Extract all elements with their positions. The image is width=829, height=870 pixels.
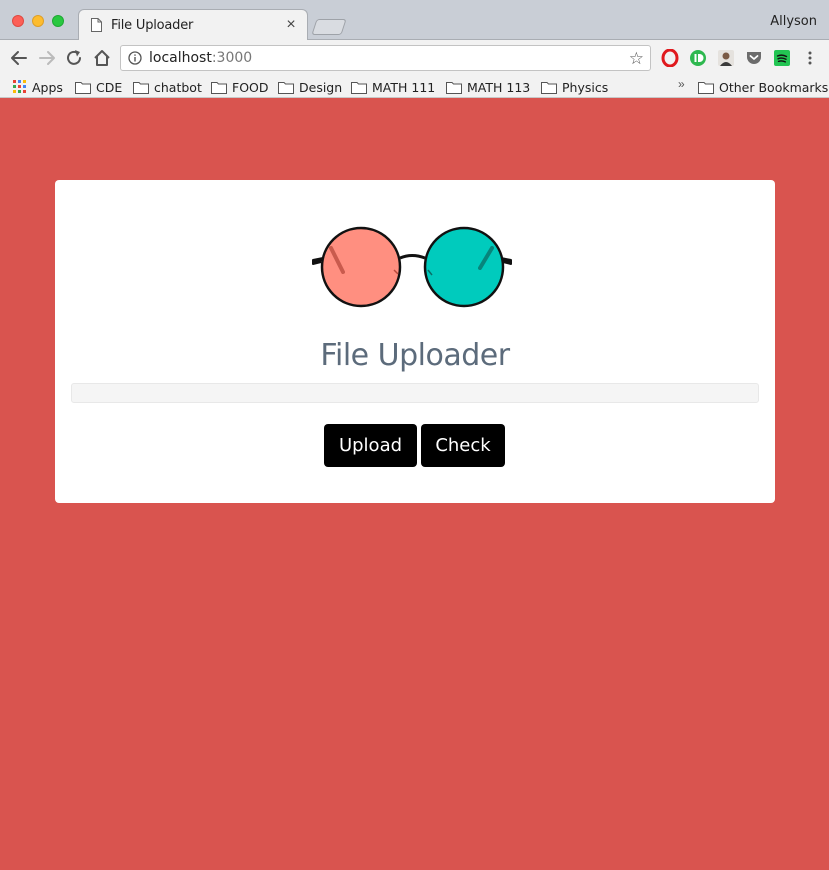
- spotify-extension-icon[interactable]: [773, 49, 791, 67]
- pocket-extension-icon[interactable]: [745, 49, 763, 67]
- folder-icon: [698, 81, 714, 94]
- close-tab-icon[interactable]: ×: [283, 16, 299, 34]
- uploader-card: File Uploader Upload Check: [55, 180, 775, 503]
- folder-icon: [133, 81, 149, 94]
- bookmark-label: FOOD: [232, 79, 269, 95]
- bookmark-folder-math-111[interactable]: MATH 111: [351, 78, 435, 96]
- opera-extension-icon[interactable]: [661, 49, 679, 67]
- check-button[interactable]: Check: [421, 424, 505, 467]
- browser-toolbar: localhost:3000 ☆: [0, 40, 829, 76]
- bookmarks-overflow-chevron-icon[interactable]: »: [678, 77, 685, 91]
- minimize-window-button[interactable]: [32, 15, 44, 27]
- info-icon[interactable]: [128, 51, 142, 65]
- profile-name[interactable]: Allyson: [770, 14, 817, 29]
- tab-file-uploader[interactable]: File Uploader ×: [78, 9, 308, 41]
- bookmark-label: CDE: [96, 79, 123, 95]
- folder-icon: [211, 81, 227, 94]
- close-window-button[interactable]: [12, 15, 24, 27]
- pushbullet-extension-icon[interactable]: [689, 49, 707, 67]
- bookmark-folder-math-113[interactable]: MATH 113: [446, 78, 530, 96]
- bookmark-label: MATH 111: [372, 79, 436, 95]
- bookmark-folder-design[interactable]: Design: [278, 78, 342, 96]
- bookmark-folder-chatbot[interactable]: chatbot: [133, 78, 202, 96]
- bookmark-folder-physics[interactable]: Physics: [541, 78, 608, 96]
- folder-icon: [541, 81, 557, 94]
- bookmark-label: chatbot: [154, 79, 202, 95]
- url-text[interactable]: localhost:3000: [149, 50, 252, 66]
- bookmark-label: Design: [299, 79, 343, 95]
- folder-icon: [278, 81, 294, 94]
- maximize-window-button[interactable]: [52, 15, 64, 27]
- folder-icon: [446, 81, 462, 94]
- new-tab-button[interactable]: [311, 19, 347, 35]
- window-titlebar: File Uploader × Allyson: [0, 0, 829, 41]
- bookmark-folder-cde[interactable]: CDE: [75, 78, 122, 96]
- bookmark-label: Other Bookmarks: [719, 79, 829, 95]
- page-viewport: File Uploader Upload Check: [0, 99, 829, 870]
- upload-progress-bar: [71, 383, 759, 403]
- bookmark-folder-food[interactable]: FOOD: [211, 78, 269, 96]
- bookmark-label: Physics: [562, 79, 609, 95]
- bookmark-star-icon[interactable]: ☆: [629, 49, 644, 69]
- reload-icon[interactable]: [64, 48, 84, 68]
- folder-icon: [351, 81, 367, 94]
- home-icon[interactable]: [92, 48, 112, 68]
- bookmark-folder-other-bookmarks[interactable]: Other Bookmarks: [698, 78, 828, 96]
- folder-icon: [75, 81, 91, 94]
- bookmarks-bar: Apps CDE chatbot FOOD Design MATH 111 MA…: [0, 76, 829, 98]
- page-title: File Uploader: [320, 338, 510, 373]
- upload-button[interactable]: Upload: [324, 424, 417, 467]
- glasses-logo-icon: [312, 226, 512, 308]
- forward-arrow-icon[interactable]: [37, 48, 57, 68]
- apps-grid-icon: [13, 80, 26, 93]
- bookmark-label: MATH 113: [467, 79, 531, 95]
- tab-title: File Uploader: [111, 18, 194, 33]
- back-arrow-icon[interactable]: [9, 48, 29, 68]
- document-icon: [91, 18, 102, 32]
- avatar-extension-icon[interactable]: [717, 49, 735, 67]
- bookmark-label: Apps: [32, 79, 63, 95]
- bookmark-apps[interactable]: Apps: [13, 78, 63, 96]
- menu-dots-icon[interactable]: [801, 49, 819, 67]
- address-bar[interactable]: localhost:3000 ☆: [120, 45, 651, 71]
